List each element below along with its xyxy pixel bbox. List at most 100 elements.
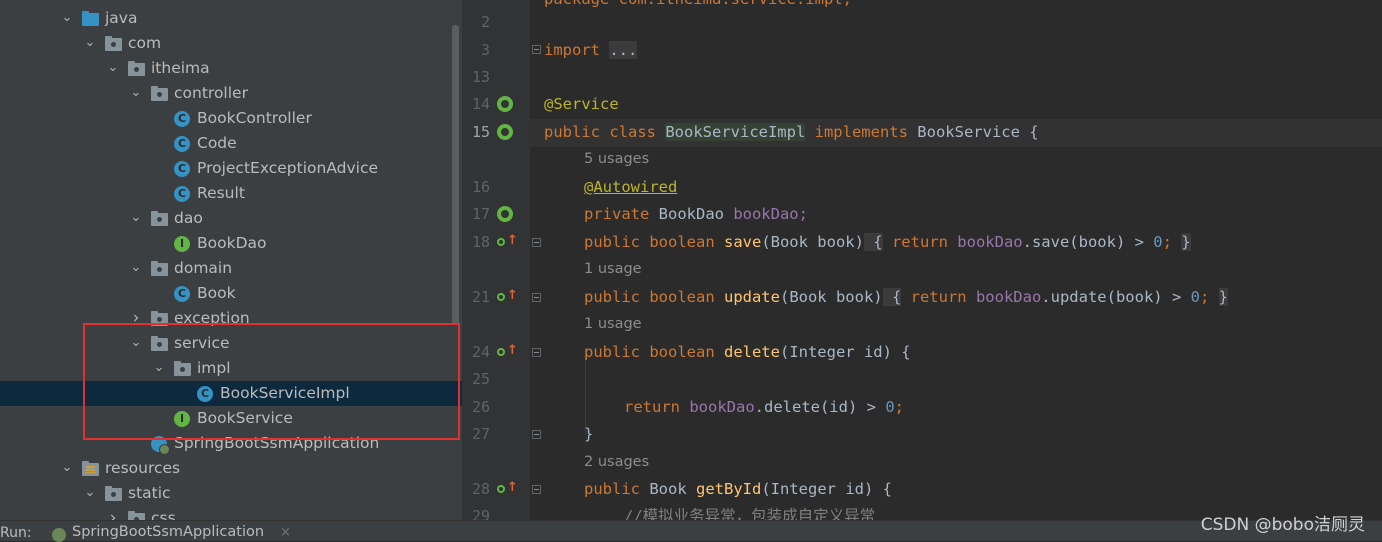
interface-icon: I (174, 411, 190, 427)
chevron-down-icon[interactable]: ⌄ (129, 81, 143, 106)
tree-item-label: Code (197, 134, 237, 152)
tree-item[interactable]: C ProjectExceptionAdvice (0, 156, 462, 181)
line-number: 2 (480, 13, 490, 31)
line-number: 21 (471, 288, 490, 306)
fold-marker-icon[interactable] (532, 485, 541, 494)
code-token: 0 (1153, 233, 1163, 251)
code-token: public boolean (584, 343, 724, 361)
line-number: 18 (471, 233, 490, 251)
tree-item[interactable]: ⌄ itheima (0, 56, 462, 81)
usages-hint[interactable]: 1 usage (584, 261, 642, 277)
autowired-bean-icon[interactable] (497, 206, 513, 222)
tree-item[interactable]: C Book (0, 281, 462, 306)
tree-item-label: BookController (197, 109, 312, 127)
code-token: bookDao (957, 233, 1023, 251)
tree-item[interactable]: › css (0, 506, 462, 520)
tree-item[interactable]: ⌄ com (0, 31, 462, 56)
code-token: save (723, 233, 762, 251)
code-token: (Book book) (761, 233, 864, 251)
spring-bean-icon[interactable] (497, 124, 513, 140)
close-icon[interactable]: × (280, 525, 291, 540)
class-icon: C (174, 286, 190, 302)
run-tab-label[interactable]: SpringBootSsmApplication (72, 524, 264, 540)
code-token: private (584, 205, 659, 223)
package-folder-icon (151, 311, 168, 326)
chevron-right-icon[interactable]: › (129, 306, 143, 331)
package-folder-icon (174, 361, 191, 376)
code-token: .update(book) > (1041, 288, 1191, 306)
tree-scrollbar[interactable] (452, 25, 459, 325)
tree-item[interactable]: ⌄ service (0, 331, 462, 356)
fold-marker-icon[interactable] (532, 293, 541, 302)
code-line: package com.itheima.service.impl; (544, 0, 852, 13)
package-folder-icon (128, 61, 145, 76)
tree-item[interactable]: ⌄ domain (0, 256, 462, 281)
fold-marker-icon[interactable] (532, 238, 541, 247)
spring-bean-icon[interactable] (497, 96, 513, 112)
code-token: 0 (1190, 288, 1200, 306)
tree-item[interactable]: ⌄ dao (0, 206, 462, 231)
package-folder-icon (151, 86, 168, 101)
code-token: ; (894, 398, 904, 416)
tree-item-label: BookDao (197, 234, 267, 252)
code-token: bookDao (975, 288, 1042, 306)
code-line: public boolean update(Book book) { retur… (584, 284, 1228, 311)
tree-item[interactable]: ⌄ static (0, 481, 462, 506)
usages-hint[interactable]: 1 usage (584, 316, 642, 332)
code-token: delete (723, 343, 780, 361)
implements-method-icon[interactable]: ↑ (497, 234, 518, 250)
code-token: public boolean (584, 233, 724, 251)
implements-method-icon[interactable]: ↑ (497, 344, 518, 360)
tree-item-label: controller (174, 84, 248, 102)
chevron-down-icon[interactable]: ⌄ (83, 481, 97, 506)
tree-item[interactable]: ⌄ controller (0, 81, 462, 106)
implements-method-icon[interactable]: ↑ (497, 481, 518, 497)
tree-item-label: Result (197, 184, 245, 202)
line-number: 25 (471, 370, 490, 388)
code-token: (Book book) (779, 288, 883, 306)
usages-hint[interactable]: 5 usages (584, 151, 649, 167)
tree-item[interactable]: I BookDao (0, 231, 462, 256)
tree-item-label: resources (105, 459, 181, 477)
interface-icon: I (174, 236, 190, 252)
resources-folder-icon (82, 461, 99, 476)
tree-item[interactable]: ⌄ impl (0, 356, 462, 381)
fold-marker-icon[interactable] (532, 430, 541, 439)
tree-item[interactable]: I BookService (0, 406, 462, 431)
tree-item[interactable]: ⌄ java (0, 6, 462, 31)
usages-hint[interactable]: 2 usages (584, 454, 649, 470)
chevron-down-icon[interactable]: ⌄ (60, 456, 74, 481)
chevron-down-icon[interactable]: ⌄ (129, 256, 143, 281)
package-folder-icon (151, 261, 168, 276)
package-folder-icon (128, 511, 145, 520)
project-tree-panel: ⌄ java ⌄ com ⌄ itheima ⌄ controller C BookControl… (0, 0, 462, 520)
folder-blue-icon (82, 11, 99, 26)
fold-marker-icon[interactable] (532, 348, 541, 357)
fold-marker-icon[interactable] (532, 45, 541, 54)
folded-imports[interactable]: ... (609, 41, 638, 59)
chevron-right-icon[interactable]: › (106, 506, 120, 520)
tree-item[interactable]: C BookServiceImpl (0, 381, 462, 406)
chevron-down-icon[interactable]: ⌄ (106, 56, 120, 81)
chevron-down-icon[interactable]: ⌄ (129, 331, 143, 356)
code-token: (Integer id) { (779, 343, 911, 361)
code-token: import (544, 41, 600, 59)
tree-item[interactable]: › exception (0, 306, 462, 331)
tree-item[interactable]: SpringBootSsmApplication (0, 431, 462, 456)
code-editor[interactable] (530, 0, 1382, 520)
tree-item[interactable]: C BookController (0, 106, 462, 131)
chevron-down-icon[interactable]: ⌄ (129, 206, 143, 231)
tree-item[interactable]: ⌄ resources (0, 456, 462, 481)
tree-item[interactable]: C Code (0, 131, 462, 156)
tree-item[interactable]: C Result (0, 181, 462, 206)
code-line: return bookDao.delete(id) > 0; (624, 394, 904, 421)
code-token: @Service (544, 95, 619, 113)
chevron-down-icon[interactable]: ⌄ (83, 31, 97, 56)
tree-item-label: service (174, 334, 230, 352)
implements-method-icon[interactable]: ↑ (497, 289, 518, 305)
line-number: 27 (471, 425, 490, 443)
chevron-down-icon[interactable]: ⌄ (152, 356, 166, 381)
chevron-down-icon[interactable]: ⌄ (60, 6, 74, 31)
class-icon: C (197, 386, 213, 402)
code-token: Book (649, 480, 696, 498)
